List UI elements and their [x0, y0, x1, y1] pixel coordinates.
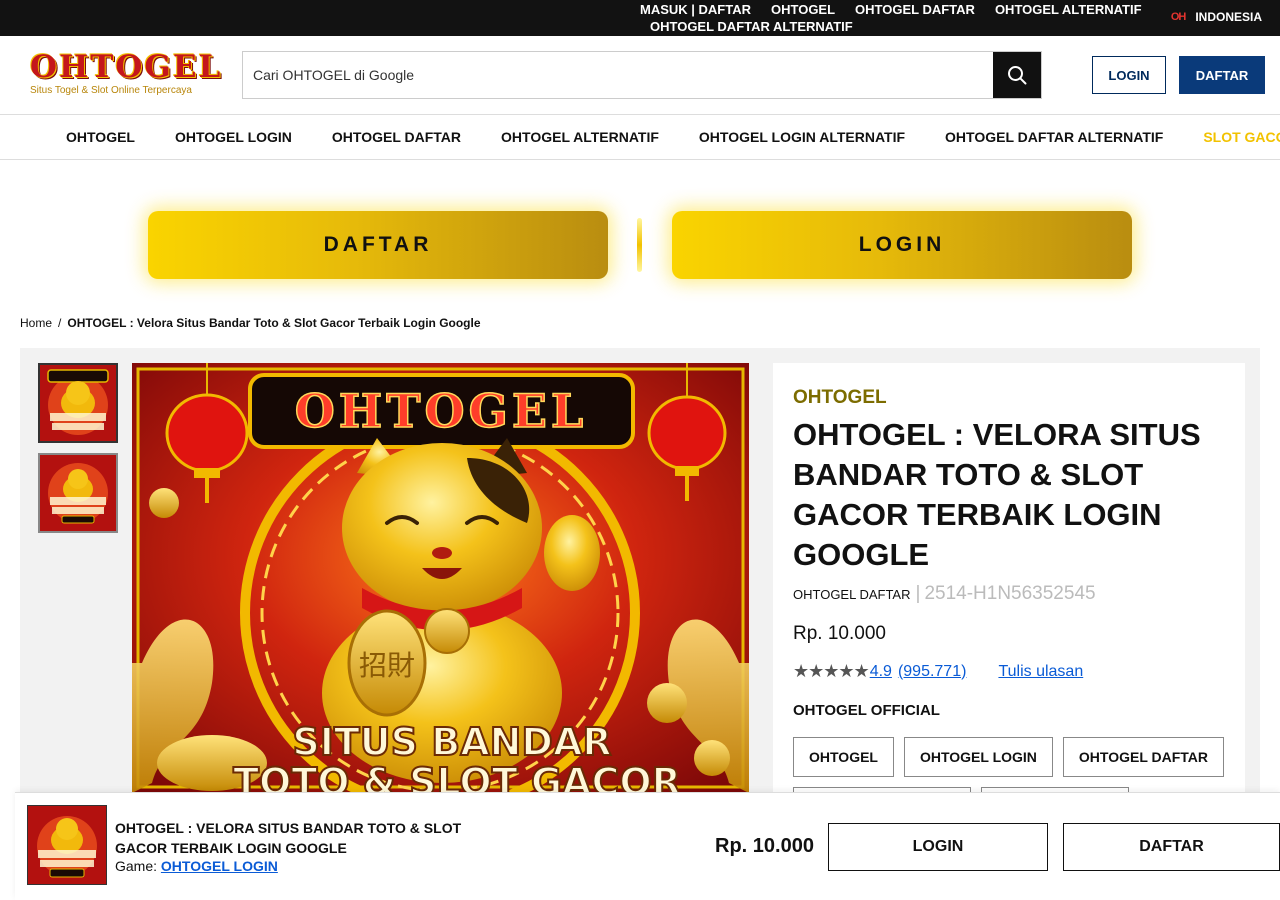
banner-line1: SITUS BANDAR	[292, 720, 611, 764]
cta-login-button[interactable]: LOGIN	[672, 211, 1132, 279]
sticky-price: Rp. 10.000	[715, 835, 814, 857]
header: OHTOGEL Situs Togel & Slot Online Terper…	[0, 36, 1280, 115]
product-seller[interactable]: OHTOGEL DAFTAR	[793, 587, 911, 602]
breadcrumb-current: OHTOGEL : Velora Situs Bandar Toto & Slo…	[67, 316, 481, 330]
top-links: MASUK | DAFTAR OHTOGEL OHTOGEL DAFTAR OH…	[640, 2, 1142, 17]
product-thumbnail-1[interactable]	[38, 363, 118, 443]
sticky-game-link[interactable]: OHTOGEL LOGIN	[161, 858, 278, 874]
product-brand[interactable]: OHTOGEL	[793, 387, 1225, 409]
breadcrumb-home[interactable]: Home	[20, 316, 52, 330]
logo-wordmark: OHTOGEL	[30, 49, 223, 85]
product-rating: ★★★★★ 4.9 (995.771) Tulis ulasan	[793, 661, 1225, 682]
rating-count-link[interactable]: (995.771)	[898, 663, 967, 681]
coin-characters: 招財	[359, 649, 415, 682]
chip-ohtogel-daftar[interactable]: OHTOGEL DAFTAR	[1062, 737, 1225, 777]
product-main-image[interactable]: OHTOGEL 招財 SITUS BANDAR TOTO & SLOT GACO…	[132, 363, 749, 793]
write-review-link[interactable]: Tulis ulasan	[998, 663, 1083, 681]
banner-line2: TOTO & SLOT GACOR	[233, 760, 681, 793]
product-section: OHTOGEL 招財 SITUS BANDAR TOTO & SLOT GACO…	[20, 348, 1260, 827]
product-thumbnail-2[interactable]	[38, 453, 118, 533]
login-button[interactable]: LOGIN	[1092, 56, 1166, 94]
sticky-product-title: OHTOGEL : VELORA SITUS BANDAR TOTO & SLO…	[115, 820, 462, 856]
banner-brand: OHTOGEL	[295, 384, 588, 438]
main-nav: OHTOGEL OHTOGEL LOGIN OHTOGEL DAFTAR OHT…	[0, 115, 1280, 160]
sticky-purchase-bar: OHTOGEL : VELORA SITUS BANDAR TOTO & SLO…	[15, 792, 1280, 900]
top-bar: MASUK | DAFTAR OHTOGEL OHTOGEL DAFTAR OH…	[0, 0, 1280, 36]
search-input[interactable]	[243, 52, 993, 98]
nav-item-ohtogel-alternatif[interactable]: OHTOGEL ALTERNATIF	[481, 129, 679, 145]
flag-icon: OH	[1170, 11, 1186, 23]
official-label: OHTOGEL OFFICIAL	[793, 702, 940, 719]
daftar-button[interactable]: DAFTAR	[1179, 56, 1265, 94]
cta-divider	[637, 218, 642, 272]
breadcrumb-separator: /	[58, 316, 62, 330]
language-label: INDONESIA	[1195, 10, 1262, 24]
sticky-game-label: Game:	[115, 858, 158, 874]
top-link-daftar-alternatif[interactable]: OHTOGEL DAFTAR ALTERNATIF	[650, 19, 853, 34]
banner-illustration: OHTOGEL 招財 SITUS BANDAR TOTO & SLOT GACO…	[132, 363, 749, 793]
nav-item-ohtogel[interactable]: OHTOGEL	[46, 129, 155, 145]
language-selector[interactable]: OH INDONESIA	[1171, 10, 1262, 24]
sticky-daftar-button[interactable]: DAFTAR	[1063, 823, 1280, 871]
product-title: OHTOGEL : VELORA SITUS BANDAR TOTO & SLO…	[793, 417, 1201, 572]
nav-item-ohtogel-login-alternatif[interactable]: OHTOGEL LOGIN ALTERNATIF	[679, 129, 925, 145]
top-link-masuk-daftar[interactable]: MASUK | DAFTAR	[640, 2, 751, 17]
search-bar	[242, 51, 1042, 99]
top-link-ohtogel-alternatif[interactable]: OHTOGEL ALTERNATIF	[995, 2, 1142, 17]
top-link-ohtogel-daftar[interactable]: OHTOGEL DAFTAR	[855, 2, 975, 17]
nav-item-ohtogel-login[interactable]: OHTOGEL LOGIN	[155, 129, 312, 145]
nav-item-ohtogel-daftar[interactable]: OHTOGEL DAFTAR	[312, 129, 481, 145]
cta-daftar-button[interactable]: DAFTAR	[148, 211, 608, 279]
sticky-thumbnail	[27, 805, 107, 885]
thumbnail-image	[40, 455, 116, 531]
product-sku: 2514-H1N56352545	[924, 583, 1096, 604]
top-link-ohtogel[interactable]: OHTOGEL	[771, 2, 835, 17]
sticky-thumbnail-image	[28, 806, 106, 884]
top-links-row2: OHTOGEL DAFTAR ALTERNATIF	[650, 18, 853, 36]
nav-item-slot-gacor[interactable]: SLOT GACOR	[1183, 129, 1280, 145]
search-icon	[1008, 66, 1027, 85]
site-logo[interactable]: OHTOGEL Situs Togel & Slot Online Terper…	[30, 49, 223, 100]
sticky-login-button[interactable]: LOGIN	[828, 823, 1048, 871]
product-meta: OHTOGEL DAFTAR | 2514-H1N56352545	[793, 583, 1225, 605]
meta-separator: |	[915, 583, 921, 604]
breadcrumb: Home / OHTOGEL : Velora Situs Bandar Tot…	[20, 316, 481, 330]
rating-stars-icon: ★★★★★	[793, 661, 870, 681]
nav-item-ohtogel-daftar-alternatif[interactable]: OHTOGEL DAFTAR ALTERNATIF	[925, 129, 1183, 145]
search-button[interactable]	[993, 52, 1041, 98]
logo-tagline: Situs Togel & Slot Online Terpercaya	[30, 85, 192, 96]
rating-score-link[interactable]: 4.9	[870, 663, 892, 681]
product-info-panel: OHTOGEL OHTOGEL : VELORA SITUS BANDAR TO…	[773, 363, 1245, 827]
chip-ohtogel[interactable]: OHTOGEL	[793, 737, 894, 777]
chip-ohtogel-login[interactable]: OHTOGEL LOGIN	[903, 737, 1053, 777]
sticky-game-line: Game: OHTOGEL LOGIN	[115, 858, 278, 874]
thumbnail-image	[40, 365, 116, 441]
product-price: Rp. 10.000	[793, 623, 886, 644]
